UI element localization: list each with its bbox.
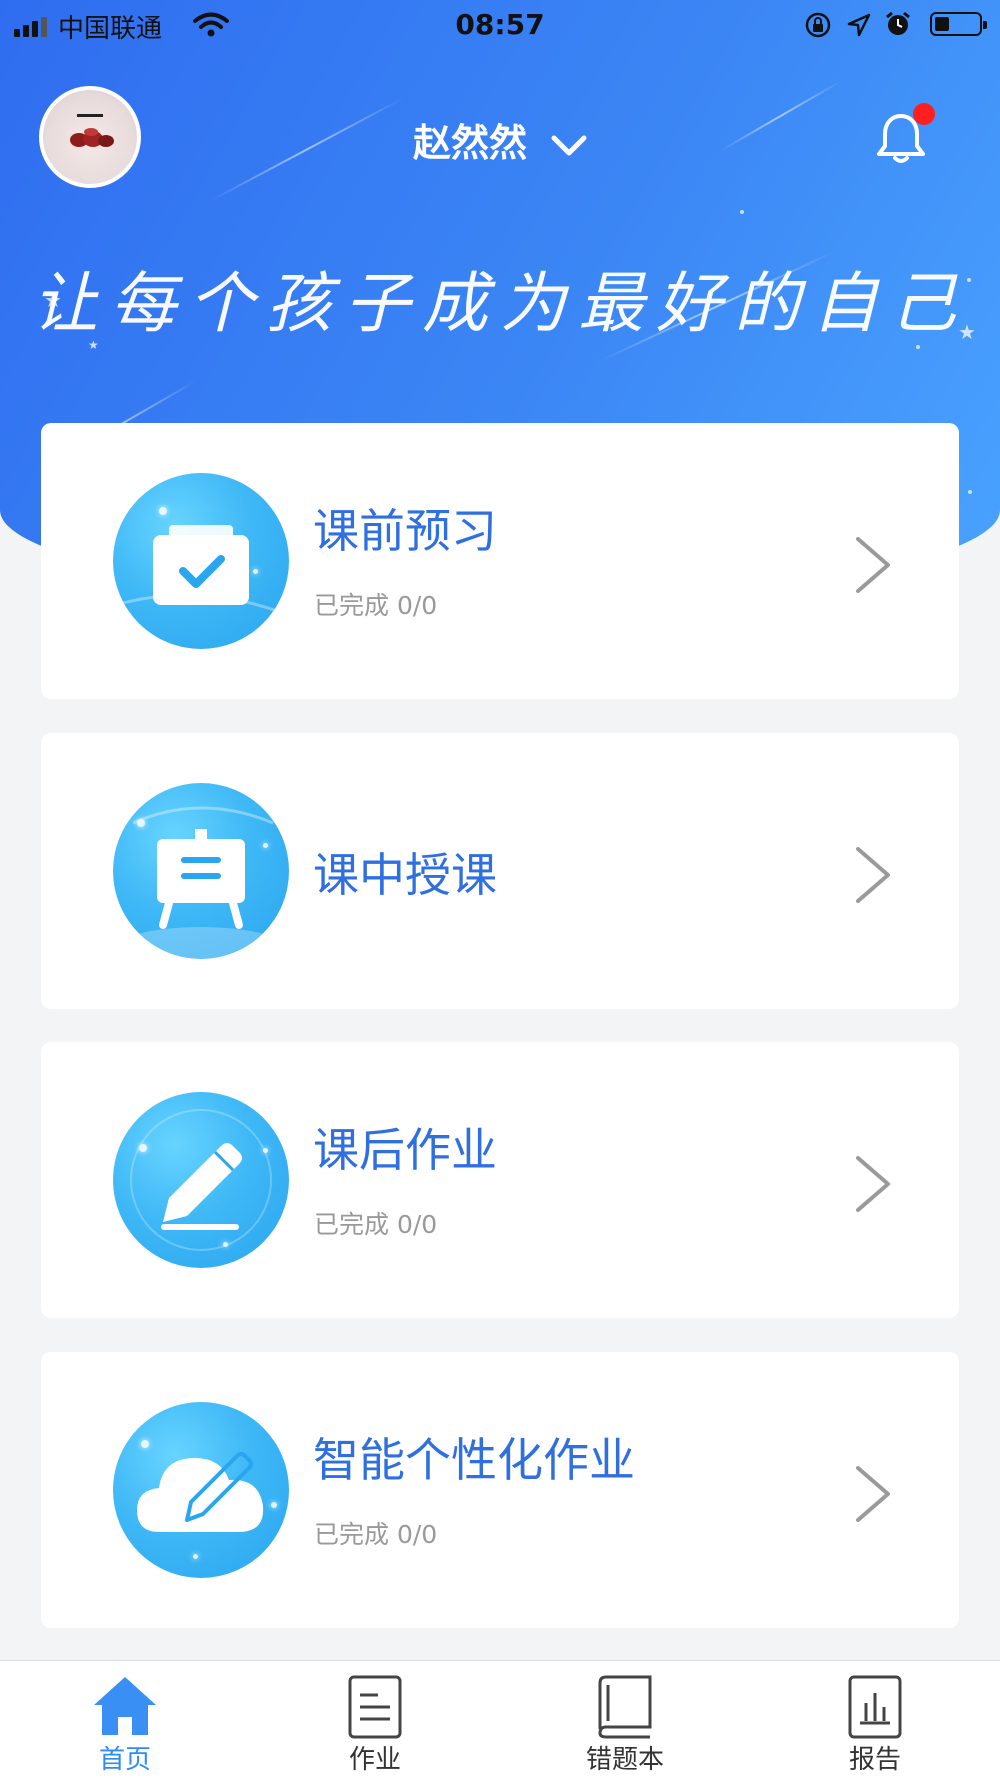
card-progress: 已完成 0/0 bbox=[314, 1520, 438, 1549]
card-preview[interactable]: 课前预习 已完成 0/0 bbox=[41, 423, 959, 699]
chevron-right-icon bbox=[856, 1466, 890, 1522]
tab-label: 报告 bbox=[848, 1745, 901, 1775]
tab-label: 作业 bbox=[348, 1745, 401, 1775]
chevron-right-icon bbox=[856, 847, 890, 903]
notification-badge bbox=[913, 103, 935, 125]
tab-label: 错题本 bbox=[585, 1745, 664, 1775]
tab-homework[interactable]: 作业 bbox=[275, 1661, 475, 1779]
rotation-lock-icon bbox=[805, 12, 831, 38]
chevron-right-icon bbox=[856, 537, 890, 593]
pencil-icon bbox=[113, 1092, 289, 1268]
tab-mistake-book[interactable]: 错题本 bbox=[525, 1661, 725, 1779]
battery-icon bbox=[930, 12, 987, 36]
card-title: 课前预习 bbox=[313, 504, 497, 558]
chevron-right-icon bbox=[856, 1156, 890, 1212]
card-smart-homework[interactable]: 智能个性化作业 已完成 0/0 bbox=[41, 1352, 959, 1628]
student-selector[interactable]: 赵然然 bbox=[0, 112, 1000, 167]
home-icon bbox=[94, 1677, 156, 1735]
bar-chart-icon bbox=[848, 1675, 902, 1739]
card-title: 智能个性化作业 bbox=[313, 1433, 635, 1487]
tab-report[interactable]: 报告 bbox=[775, 1661, 975, 1779]
bottom-tab-bar: 首页 作业 错题本 报告 bbox=[0, 1660, 1000, 1779]
book-icon bbox=[598, 1675, 652, 1739]
status-bar: 中国联通 08:57 bbox=[0, 0, 1000, 50]
checked-box-icon bbox=[113, 473, 289, 649]
chevron-down-icon bbox=[551, 135, 587, 155]
alarm-clock-icon bbox=[886, 11, 910, 35]
slogan: 让每个孩子成为最好的自己 bbox=[32, 265, 968, 342]
card-homework[interactable]: 课后作业 已完成 0/0 bbox=[41, 1042, 959, 1318]
tab-home[interactable]: 首页 bbox=[25, 1661, 225, 1779]
card-title: 课后作业 bbox=[313, 1123, 497, 1177]
cloud-pencil-icon bbox=[113, 1402, 289, 1578]
location-arrow-icon bbox=[847, 13, 871, 37]
easel-board-icon bbox=[113, 783, 289, 959]
document-icon bbox=[348, 1675, 402, 1739]
student-name: 赵然然 bbox=[412, 121, 527, 165]
card-title: 课中授课 bbox=[313, 848, 497, 902]
tab-label: 首页 bbox=[98, 1745, 151, 1775]
card-progress: 已完成 0/0 bbox=[314, 1210, 438, 1239]
card-in-class[interactable]: 课中授课 bbox=[41, 733, 959, 1009]
card-progress: 已完成 0/0 bbox=[314, 591, 438, 620]
